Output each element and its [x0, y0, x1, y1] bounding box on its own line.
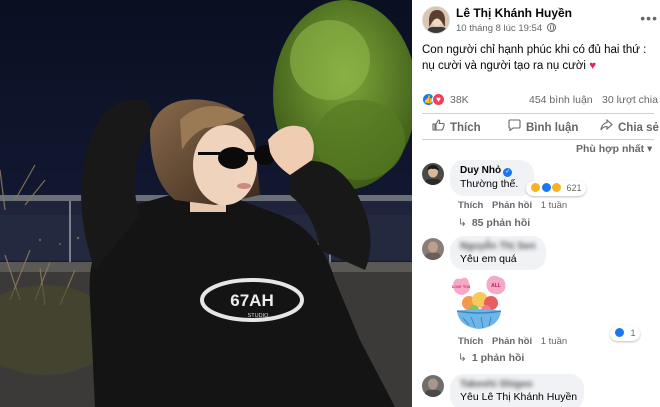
sticker-text-love: Love You — [452, 284, 471, 289]
shirt-logo-subtext: STUDIO — [248, 313, 270, 319]
post-actions: Thích Bình luận Chia sẻ — [422, 116, 659, 138]
comment-like-link[interactable]: Thích — [458, 336, 483, 347]
view-replies-link[interactable]: ↳ 85 phản hồi — [458, 217, 530, 229]
comment-bubble: Duy Nhỏ ✓ Thường thế. — [450, 160, 534, 196]
commenter-avatar[interactable] — [422, 375, 444, 397]
share-icon — [600, 118, 614, 134]
caption-text: Con người chỉ hạnh phúc khi có đủ hai th… — [422, 44, 647, 72]
like-icon — [432, 119, 446, 134]
comment-like-link[interactable]: Thích — [458, 200, 483, 211]
sad-reaction-icon — [551, 182, 563, 193]
share-button[interactable]: Chia sẻ — [600, 118, 659, 134]
comment-bubble: Takeshi Shigeo Yêu Lê Thị Khánh Huyền — [450, 374, 584, 407]
replies-count: 1 phản hồi — [471, 352, 525, 364]
public-globe-icon — [546, 23, 556, 32]
commenter-name[interactable]: Takeshi Shigeo — [460, 379, 574, 390]
comment-count[interactable]: 454 bình luận — [529, 94, 593, 106]
chevron-down-icon: ▾ — [647, 143, 653, 155]
comment-reactions[interactable]: 621 — [526, 181, 586, 196]
share-count[interactable]: 30 lượt chia sẻ — [602, 94, 660, 106]
author-avatar[interactable] — [422, 6, 450, 34]
author-name[interactable]: Lê Thị Khánh Huyền — [456, 6, 572, 20]
post-header: Lê Thị Khánh Huyền 10 tháng 8 lúc 19:54 … — [422, 4, 658, 38]
comment-sort-dropdown[interactable]: Phù hợp nhất ▾ — [576, 143, 652, 155]
like-button[interactable]: Thích — [432, 119, 481, 134]
sticker-text-all: ALL — [491, 283, 501, 289]
post-caption: Con người chỉ hạnh phúc khi có đủ hai th… — [422, 42, 654, 74]
love-reaction-icon: ♥ — [432, 93, 445, 106]
comment-bubble: Nguyễn Thị Sen Yêu em quá — [450, 236, 546, 270]
comment-reply-link[interactable]: Phản hồi — [492, 200, 532, 211]
reply-arrow-icon: ↳ — [458, 217, 467, 229]
post-photo[interactable]: 67AH STUDIO — [0, 0, 412, 407]
like-reaction-icon — [540, 182, 552, 193]
comment-meta: Thích Phản hồi 1 tuần — [458, 336, 567, 347]
comment-text: Thường thế. — [460, 178, 519, 190]
replies-count: 85 phản hồi — [471, 217, 531, 229]
comment-reaction-count: 1 — [630, 328, 636, 338]
comment-age[interactable]: 1 tuần — [541, 200, 567, 211]
divider — [422, 113, 654, 114]
view-replies-link[interactable]: ↳ 1 phản hồi — [458, 352, 524, 364]
comment-label: Bình luận — [526, 122, 579, 134]
haha-reaction-icon — [530, 182, 541, 193]
comment-age[interactable]: 1 tuần — [541, 336, 567, 347]
verified-badge-icon: ✓ — [503, 168, 513, 177]
comment-reaction-count: 621 — [566, 183, 582, 193]
photo-scene: 67AH STUDIO — [0, 0, 412, 407]
post-timestamp[interactable]: 10 tháng 8 lúc 19:54 — [456, 23, 556, 34]
commenter-name-text[interactable]: Duy Nhỏ — [460, 165, 501, 176]
post-stats: 👍 ♥ 38K 454 bình luận 30 lượt chia sẻ — [422, 92, 660, 108]
commenter-avatar[interactable] — [422, 163, 444, 185]
comment-reactions[interactable]: 1 — [610, 326, 640, 341]
post-time-text[interactable]: 10 tháng 8 lúc 19:54 — [456, 23, 542, 34]
sort-label: Phù hợp nhất — [576, 143, 645, 155]
comment-text: Yêu Lê Thị Khánh Huyền — [460, 391, 578, 403]
commenter-name[interactable]: Duy Nhỏ ✓ — [460, 165, 524, 177]
shirt-logo-text: 67AH — [230, 291, 273, 310]
like-label: Thích — [450, 122, 481, 134]
reply-arrow-icon: ↳ — [458, 352, 467, 364]
share-label: Chia sẻ — [618, 122, 659, 134]
comment-icon — [508, 119, 522, 134]
comment-meta: Thích Phản hồi 1 tuần — [458, 200, 567, 211]
commenter-name[interactable]: Nguyễn Thị Sen — [460, 241, 536, 252]
comment-button[interactable]: Bình luận — [508, 119, 578, 134]
sticker-image[interactable]: Love You ALL — [447, 273, 511, 333]
commenter-avatar[interactable] — [422, 238, 444, 260]
comment-reply-link[interactable]: Phản hồi — [492, 336, 532, 347]
post-detail-panel: Lê Thị Khánh Huyền 10 tháng 8 lúc 19:54 … — [412, 0, 660, 407]
comment-text: Yêu em quá — [460, 253, 517, 265]
heart-emoji-icon: ♥ — [589, 60, 597, 72]
divider — [422, 139, 654, 140]
reaction-count[interactable]: 38K — [450, 94, 469, 106]
like-reaction-icon — [614, 327, 625, 338]
more-horizontal-icon[interactable]: ••• — [640, 10, 658, 26]
